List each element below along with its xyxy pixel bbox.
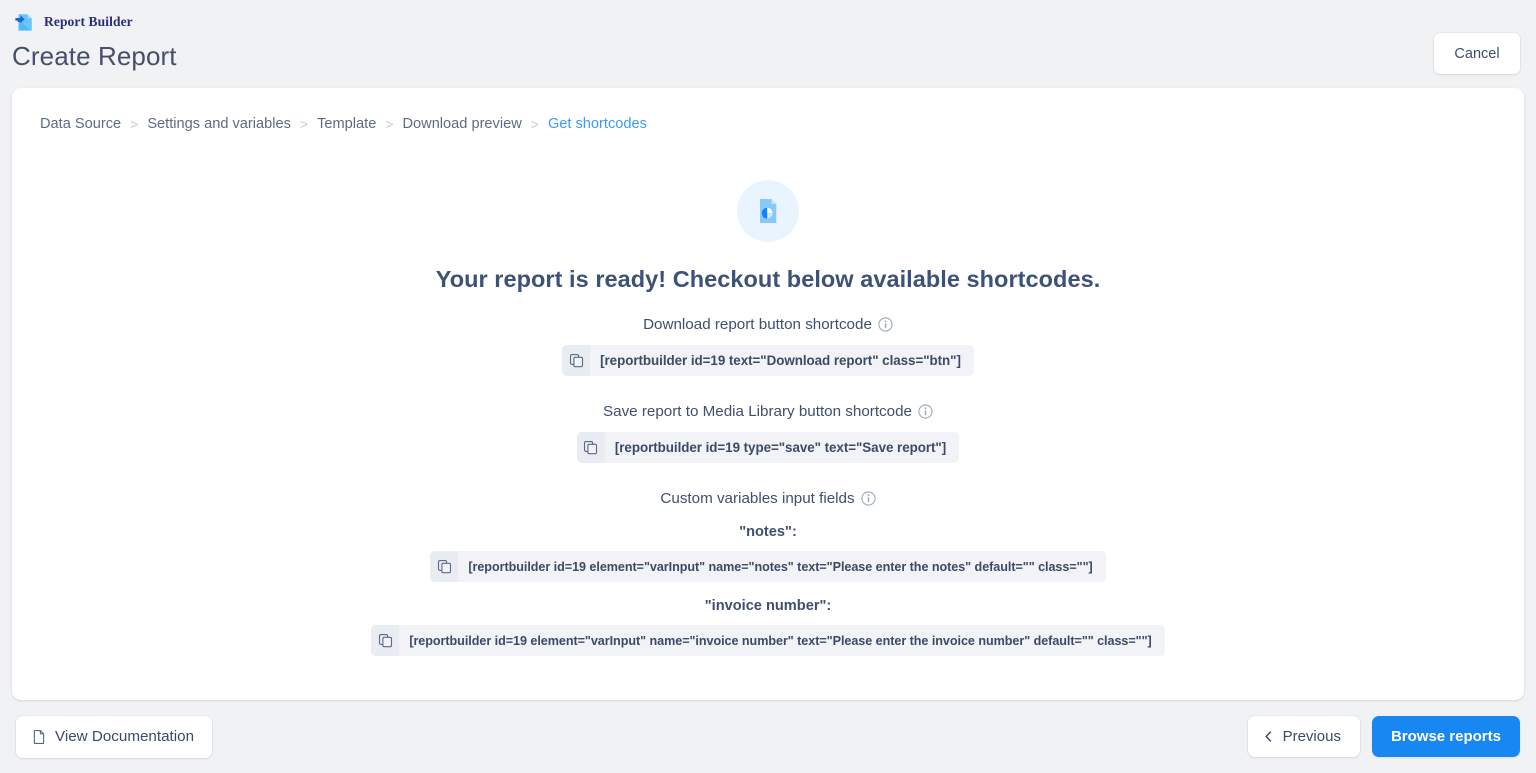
copy-button[interactable] bbox=[576, 432, 605, 463]
footer-actions: Previous Browse reports bbox=[1247, 716, 1520, 757]
brand-name: Report Builder bbox=[44, 14, 133, 29]
chevron-left-icon bbox=[1264, 731, 1271, 742]
breadcrumb-item-settings-and-variables[interactable]: Settings and variables bbox=[147, 116, 291, 132]
section-label-text: Download report button shortcode bbox=[643, 316, 872, 333]
brand: Report Builder bbox=[12, 10, 1520, 34]
variable-name-invoice-number: "invoice number": bbox=[704, 598, 832, 614]
file-icon bbox=[33, 729, 45, 744]
copy-button[interactable] bbox=[371, 625, 400, 656]
view-documentation-button[interactable]: View Documentation bbox=[16, 715, 213, 758]
breadcrumb-item-get-shortcodes[interactable]: Get shortcodes bbox=[548, 116, 647, 132]
code-row: [reportbuilder id=19 type="save" text="S… bbox=[12, 432, 1524, 463]
copy-icon bbox=[584, 440, 598, 455]
code-row: [reportbuilder id=19 element="varInput" … bbox=[12, 551, 1524, 582]
report-document-icon bbox=[15, 13, 32, 31]
info-circle-icon[interactable] bbox=[861, 491, 876, 506]
view-documentation-label: View Documentation bbox=[55, 728, 195, 745]
shortcode-pill-download-report[interactable]: [reportbuilder id=19 text="Download repo… bbox=[562, 345, 974, 376]
breadcrumb-item-data-source[interactable]: Data Source bbox=[40, 116, 121, 132]
page-title: Create Report bbox=[12, 41, 177, 71]
shortcode-text: [reportbuilder id=19 text="Download repo… bbox=[600, 353, 961, 368]
hero-badge bbox=[737, 180, 799, 242]
shortcode-pill-notes[interactable]: [reportbuilder id=19 element="varInput" … bbox=[430, 551, 1106, 582]
info-circle-icon[interactable] bbox=[878, 317, 893, 332]
breadcrumb: Data Source > Settings and variables > T… bbox=[12, 88, 1524, 132]
breadcrumb-item-download-preview[interactable]: Download preview bbox=[403, 116, 522, 132]
browse-reports-button[interactable]: Browse reports bbox=[1371, 716, 1520, 757]
copy-icon bbox=[437, 559, 451, 574]
section-label: Download report button shortcode bbox=[643, 316, 893, 333]
shortcode-text: [reportbuilder id=19 type="save" text="S… bbox=[614, 440, 947, 455]
section-save-report-shortcode: Save report to Media Library button shor… bbox=[12, 403, 1524, 463]
copy-button[interactable] bbox=[430, 551, 459, 582]
breadcrumb-item-template[interactable]: Template bbox=[317, 116, 376, 132]
section-label: Save report to Media Library button shor… bbox=[603, 403, 933, 420]
breadcrumb-separator: > bbox=[299, 116, 309, 132]
footer: View Documentation Previous Browse repor… bbox=[0, 700, 1536, 773]
hero: Your report is ready! Checkout below ava… bbox=[12, 180, 1524, 293]
document-pie-chart-icon bbox=[760, 199, 777, 223]
shortcode-text: [reportbuilder id=19 element="varInput" … bbox=[468, 559, 1093, 574]
section-label-text: Save report to Media Library button shor… bbox=[603, 403, 912, 420]
section-label: Custom variables input fields bbox=[660, 490, 876, 507]
previous-label: Previous bbox=[1282, 728, 1341, 745]
section-label-text: Custom variables input fields bbox=[660, 490, 855, 507]
copy-icon bbox=[569, 353, 583, 368]
breadcrumb-separator: > bbox=[130, 116, 139, 132]
section-download-report-shortcode: Download report button shortcode [report… bbox=[12, 316, 1524, 376]
copy-icon bbox=[378, 633, 392, 648]
shortcode-pill-save-report[interactable]: [reportbuilder id=19 type="save" text="S… bbox=[576, 432, 960, 463]
code-row: [reportbuilder id=19 text="Download repo… bbox=[12, 345, 1524, 376]
variable-name-notes: "notes": bbox=[739, 524, 797, 540]
info-circle-icon[interactable] bbox=[918, 404, 933, 419]
copy-button[interactable] bbox=[562, 345, 591, 376]
shortcode-pill-invoice-number[interactable]: [reportbuilder id=19 element="varInput" … bbox=[371, 625, 1165, 656]
main-card: Data Source > Settings and variables > T… bbox=[12, 88, 1524, 700]
code-row: [reportbuilder id=19 element="varInput" … bbox=[12, 625, 1524, 656]
hero-title: Your report is ready! Checkout below ava… bbox=[435, 266, 1101, 292]
top-bar: Report Builder Create Report Cancel bbox=[0, 0, 1536, 88]
cancel-button[interactable]: Cancel bbox=[1434, 33, 1520, 74]
shortcode-sections: Download report button shortcode [report… bbox=[12, 316, 1524, 656]
shortcode-text: [reportbuilder id=19 element="varInput" … bbox=[409, 633, 1152, 648]
section-custom-variables: Custom variables input fields "notes": [… bbox=[12, 490, 1524, 656]
breadcrumb-separator: > bbox=[530, 116, 539, 132]
previous-button[interactable]: Previous bbox=[1247, 716, 1360, 757]
breadcrumb-separator: > bbox=[385, 116, 394, 132]
